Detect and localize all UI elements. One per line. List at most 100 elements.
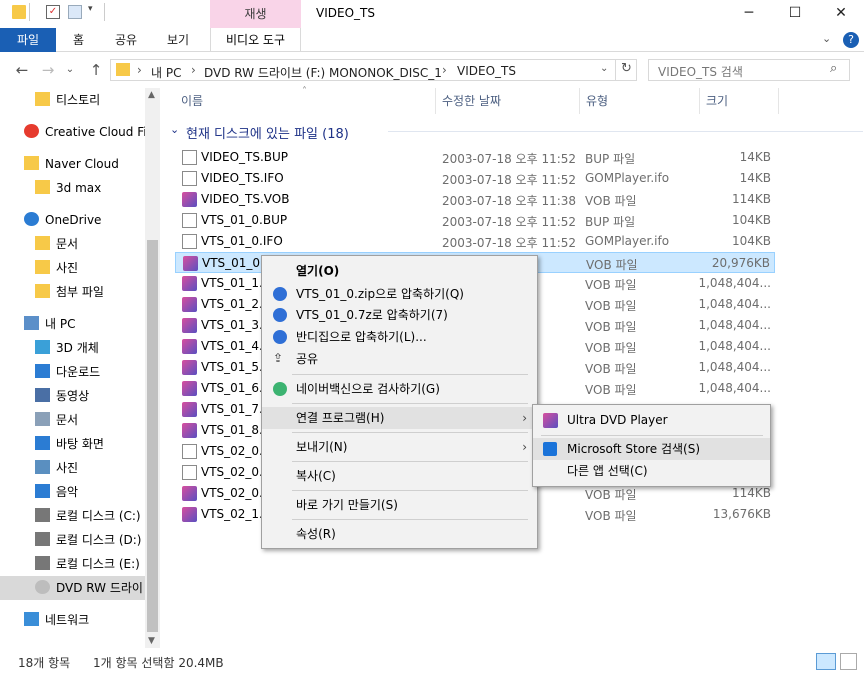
collapse-chevron-icon[interactable]: ⌄	[170, 123, 179, 136]
search-box[interactable]: VIDEO_TS 검색 ⌕	[648, 59, 850, 81]
nav-item[interactable]: 문서	[0, 232, 145, 256]
chevron-right-icon[interactable]: ›	[191, 63, 196, 77]
nav-item[interactable]: 바탕 화면	[0, 432, 145, 456]
nav-item[interactable]: 첨부 파일	[0, 280, 145, 304]
nav-item[interactable]: 다운로드	[0, 360, 145, 384]
divider	[29, 3, 30, 21]
menu-item-choose-app[interactable]: 다른 앱 선택(C)	[533, 460, 770, 482]
menu-item-open[interactable]: 열기(O)	[262, 260, 537, 282]
breadcrumb-video-ts[interactable]: VIDEO_TS	[457, 64, 516, 78]
file-type: VOB 파일	[585, 509, 637, 523]
column-divider[interactable]	[579, 88, 580, 114]
tab-share[interactable]: 공유	[115, 28, 137, 52]
contextual-tab-play[interactable]: 재생	[210, 0, 301, 28]
column-divider[interactable]	[435, 88, 436, 114]
column-date[interactable]: 수정한 날짜	[442, 92, 501, 109]
breadcrumb-dvd-drive[interactable]: DVD RW 드라이브 (F:) MONONOK_DISC_1	[204, 64, 442, 81]
maximize-button[interactable]: ☐	[772, 0, 818, 28]
menu-item-properties[interactable]: 속성(R)	[262, 523, 537, 545]
file-row[interactable]: VIDEO_TS.BUP 2003-07-18 오후 11:52 BUP 파일 14K…	[175, 147, 775, 168]
file-size: 1,048,404...	[698, 381, 771, 395]
menu-item-create-shortcut[interactable]: 바로 가기 만들기(S)	[262, 494, 537, 516]
nav-item[interactable]: 3d max	[0, 176, 145, 200]
file-row[interactable]: VTS_01_0.BUP 2003-07-18 오후 11:52 BUP 파일 104…	[175, 210, 775, 231]
menu-item-7z[interactable]: VTS_01_0.7z로 압축하기(7)	[262, 304, 537, 326]
menu-item-store-search[interactable]: Microsoft Store 검색(S)	[533, 438, 770, 460]
file-row[interactable]: VIDEO_TS.VOB 2003-07-18 오후 11:38 VOB 파일 114…	[175, 189, 775, 210]
menu-label: VTS_01_0.7z로 압축하기(7)	[296, 308, 448, 322]
nav-item[interactable]: 내 PC	[0, 312, 145, 336]
address-bar[interactable]: › 내 PC › DVD RW 드라이브 (F:) MONONOK_DISC_1…	[110, 59, 637, 81]
address-dropdown-icon[interactable]: ⌄	[600, 63, 608, 74]
drive-icon	[35, 556, 50, 570]
nav-item-label: 로컬 디스크 (D:)	[56, 533, 142, 547]
nav-item[interactable]: 사진	[0, 256, 145, 280]
menu-item-open-with[interactable]: 연결 프로그램(H) ›	[262, 407, 537, 429]
column-divider[interactable]	[699, 88, 700, 114]
vob-file-icon	[182, 360, 197, 375]
tab-home[interactable]: 홈	[73, 28, 84, 52]
group-header[interactable]: 현재 디스크에 있는 파일 (18)	[186, 123, 349, 142]
quick-access-dropdown-icon[interactable]: ▾	[88, 4, 93, 14]
nav-item[interactable]: 로컬 디스크 (C:)	[0, 504, 145, 528]
menu-item-bandizip[interactable]: 반디집으로 압축하기(L)...	[262, 326, 537, 348]
menu-item-send-to[interactable]: 보내기(N) ›	[262, 436, 537, 458]
search-input[interactable]: VIDEO_TS 검색	[658, 63, 743, 80]
chevron-right-icon[interactable]: ›	[442, 63, 447, 77]
column-type[interactable]: 유형	[586, 92, 608, 109]
new-folder-icon[interactable]	[68, 5, 82, 19]
details-view-icon[interactable]	[816, 653, 836, 670]
menu-label: 보내기(N)	[296, 440, 348, 454]
nav-item[interactable]: 로컬 디스크 (E:)	[0, 552, 145, 576]
folder-icon	[12, 5, 26, 19]
nav-item[interactable]: 로컬 디스크 (D:)	[0, 528, 145, 552]
file-type: VOB 파일	[585, 320, 637, 334]
refresh-icon[interactable]: ↻	[621, 61, 632, 76]
forward-arrow-icon[interactable]: →	[38, 60, 58, 80]
tab-file[interactable]: 파일	[0, 28, 56, 52]
nav-item[interactable]: 사진	[0, 456, 145, 480]
large-icons-view-icon[interactable]	[840, 653, 857, 670]
nav-item[interactable]: 동영상	[0, 384, 145, 408]
menu-item-share[interactable]: ⇪ 공유	[262, 348, 537, 370]
menu-item-naver-scan[interactable]: 네이버백신으로 검사하기(G)	[262, 378, 537, 400]
ribbon-expand-icon[interactable]: ⌄	[822, 32, 831, 45]
file-name: VTS_01_0.BUP	[201, 213, 288, 227]
nav-item[interactable]: Naver Cloud	[0, 152, 145, 176]
close-button[interactable]: ✕	[818, 0, 864, 28]
nav-item[interactable]: Creative Cloud Fil	[0, 120, 145, 144]
up-arrow-icon[interactable]: ↑	[86, 60, 106, 80]
nav-item[interactable]: 음악	[0, 480, 145, 504]
nav-item[interactable]: 티스토리	[0, 88, 145, 112]
column-name[interactable]: 이름	[181, 92, 203, 109]
search-icon[interactable]: ⌕	[830, 61, 837, 76]
nav-item[interactable]: OneDrive	[0, 208, 145, 232]
nav-item-label: 첨부 파일	[56, 285, 104, 299]
tab-video-tools[interactable]: 비디오 도구	[210, 28, 301, 52]
scroll-down-icon[interactable]: ▼	[148, 636, 155, 646]
scroll-up-icon[interactable]: ▲	[148, 90, 155, 100]
help-icon[interactable]: ?	[843, 32, 859, 48]
column-divider[interactable]	[778, 88, 779, 114]
tab-view[interactable]: 보기	[167, 28, 189, 52]
back-arrow-icon[interactable]: ←	[12, 60, 32, 80]
file-row[interactable]: VIDEO_TS.IFO 2003-07-18 오후 11:52 GOMPlayer…	[175, 168, 775, 189]
menu-item-zip[interactable]: VTS_01_0.zip으로 압축하기(Q)	[262, 283, 537, 305]
minimize-button[interactable]: ─	[726, 0, 772, 28]
properties-icon[interactable]: ✓	[46, 5, 60, 19]
breadcrumb-this-pc[interactable]: 내 PC	[151, 64, 181, 81]
nav-item[interactable]: DVD RW 드라이	[0, 576, 145, 600]
nav-item[interactable]: 네트워크	[0, 608, 145, 632]
nav-item[interactable]: 3D 개체	[0, 336, 145, 360]
column-size[interactable]: 크기	[706, 92, 728, 109]
menu-item-ultra-dvd[interactable]: Ultra DVD Player	[533, 409, 770, 431]
nav-scroll-thumb[interactable]	[147, 240, 158, 632]
menu-item-copy[interactable]: 복사(C)	[262, 465, 537, 487]
file-row[interactable]: VTS_01_0.IFO 2003-07-18 오후 11:52 GOMPlayer…	[175, 231, 775, 252]
chevron-right-icon[interactable]: ›	[137, 63, 142, 77]
nav-item[interactable]: 문서	[0, 408, 145, 432]
vob-file-icon	[182, 381, 197, 396]
file-size: 1,048,404...	[698, 276, 771, 290]
recent-dropdown-icon[interactable]: ⌄	[60, 60, 80, 80]
file-size: 114KB	[731, 192, 771, 206]
